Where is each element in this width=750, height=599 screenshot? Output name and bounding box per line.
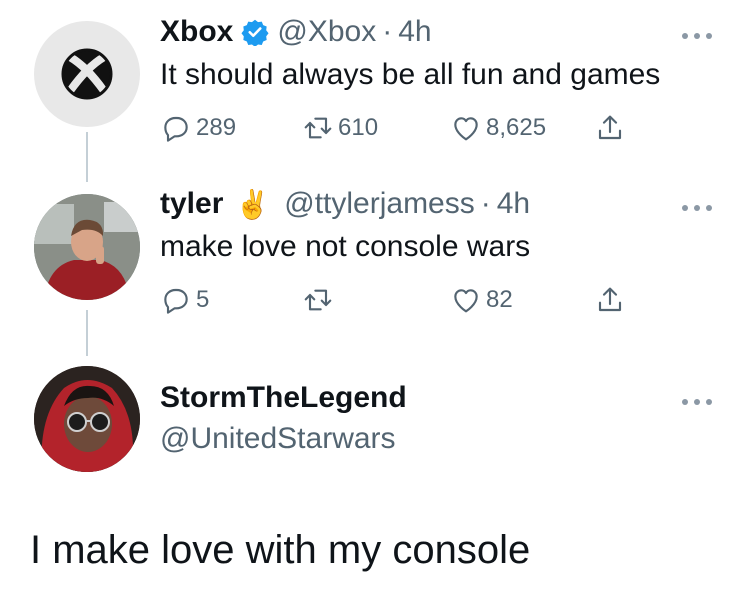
heart-icon (454, 117, 478, 141)
tweet1-share-button[interactable] (594, 112, 626, 144)
user-photo-icon (34, 194, 140, 300)
xbox-avatar[interactable] (34, 21, 140, 127)
tweet2-text: make love not console wars (160, 230, 531, 263)
tweet1-retweet-count: 610 (338, 114, 379, 141)
tweet1-actions: 289 610 8,625 (160, 112, 630, 148)
tweet1-text: It should always be all fun and games (160, 58, 661, 91)
tweet3-header: StormTheLegend (160, 378, 407, 418)
tweet1-display-name[interactable]: Xbox (160, 15, 233, 49)
tweet3-display-name[interactable]: StormTheLegend (160, 381, 407, 415)
user-photo-icon (34, 366, 140, 472)
tyler-avatar[interactable] (34, 194, 140, 300)
tweet1-time[interactable]: 4h (398, 15, 431, 49)
share-icon (598, 287, 622, 312)
thread-line (86, 132, 88, 182)
stormthelegend-avatar[interactable] (34, 366, 140, 472)
tweet2-time[interactable]: 4h (497, 187, 530, 221)
tweet2-actions: 5 82 (160, 284, 630, 320)
tweet2-more-icon[interactable] (682, 202, 712, 214)
tweet1-reply-button[interactable]: 289 (160, 112, 236, 144)
tweet1-like-button[interactable]: 8,625 (450, 112, 546, 144)
thread-line (86, 310, 88, 356)
tweet2-reply-count: 5 (196, 286, 210, 313)
tweet3-handle[interactable]: @UnitedStarwars (160, 422, 396, 456)
tweet1-header: Xbox @Xbox · 4h (160, 12, 432, 52)
tweet1-reply-count: 289 (196, 114, 237, 141)
tweet2-separator: · (480, 187, 491, 220)
heart-icon (454, 289, 478, 313)
tweet1-handle[interactable]: @Xbox (277, 15, 376, 49)
tweet2-reply-button[interactable]: 5 (160, 284, 209, 316)
retweet-icon (304, 289, 332, 311)
share-icon (598, 115, 622, 140)
tweet3-more-icon[interactable] (682, 396, 712, 408)
tweet1-more-icon[interactable] (682, 30, 712, 42)
xbox-logo-icon (61, 48, 113, 100)
tweet2-like-button[interactable]: 82 (450, 284, 513, 316)
tweet2-handle[interactable]: @ttylerjamess (284, 187, 475, 221)
tweet2-retweet-button[interactable] (302, 284, 334, 316)
tweet1-separator: · (382, 15, 393, 48)
tweet1-retweet-button[interactable]: 610 (302, 112, 378, 144)
tweet2-header: tyler ✌️ @ttylerjamess · 4h (160, 184, 530, 224)
reply-icon (164, 116, 188, 142)
retweet-icon (304, 117, 332, 139)
tweet2-like-count: 82 (486, 286, 513, 313)
tweet1-like-count: 8,625 (486, 114, 547, 141)
reply-text: I make love with my console (30, 528, 531, 572)
tweet2-share-button[interactable] (594, 284, 626, 316)
tweet2-display-name[interactable]: tyler (160, 187, 223, 221)
reply-icon (164, 288, 188, 314)
verified-badge-icon (241, 18, 269, 46)
victory-hand-emoji: ✌️ (235, 187, 271, 221)
